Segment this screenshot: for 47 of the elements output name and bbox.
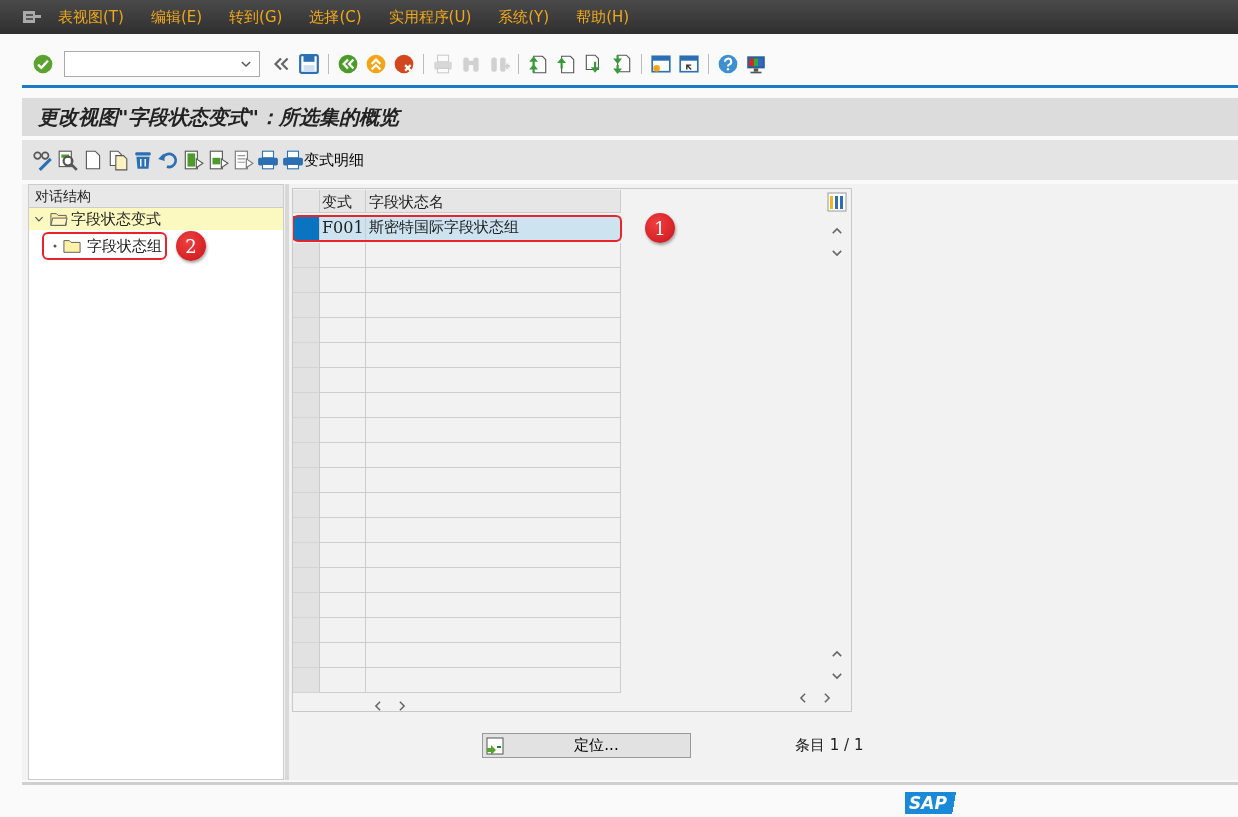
- column-header[interactable]: 字段状态名: [365, 190, 621, 213]
- select-block-icon[interactable]: [207, 149, 229, 171]
- menu-item[interactable]: 编辑(E): [150, 7, 203, 27]
- print-icon: [282, 149, 304, 171]
- menu-item[interactable]: 选择(C): [309, 7, 362, 27]
- copy-icon[interactable]: [107, 149, 129, 171]
- tree-item[interactable]: 字段状态组: [43, 233, 166, 259]
- command-field[interactable]: [64, 51, 260, 77]
- monitor-icon[interactable]: [745, 53, 767, 75]
- menu-item[interactable]: 表视图(T): [58, 7, 124, 27]
- bullet-icon: [53, 244, 57, 248]
- callout-badge: 2: [176, 231, 206, 261]
- folder-icon: [62, 237, 82, 255]
- back-icon[interactable]: [337, 53, 359, 75]
- variant-details-button[interactable]: 变式明细: [282, 149, 364, 171]
- position-button[interactable]: 定位...: [482, 733, 691, 758]
- new-session-icon[interactable]: [650, 53, 672, 75]
- display-change-icon[interactable]: [32, 149, 54, 171]
- save-icon[interactable]: [298, 53, 320, 75]
- help-icon[interactable]: [717, 53, 739, 75]
- menu-item[interactable]: 实用程序(U): [388, 7, 472, 27]
- column-header[interactable]: 变式: [319, 190, 365, 213]
- menu-item[interactable]: 转到(G): [229, 7, 283, 27]
- column-settings-icon[interactable]: [827, 192, 847, 212]
- cancel-icon[interactable]: [393, 53, 415, 75]
- position-icon: [485, 735, 505, 756]
- table-cell: 斯密特国际字段状态组: [365, 215, 621, 241]
- deselect-icon[interactable]: [232, 149, 254, 171]
- entry-count: 条目 1 / 1: [795, 736, 864, 755]
- enter-icon[interactable]: [32, 53, 54, 75]
- select-all-icon[interactable]: [182, 149, 204, 171]
- last-page-icon[interactable]: [611, 53, 633, 75]
- details-icon[interactable]: [57, 149, 79, 171]
- callout-badge: 1: [645, 213, 675, 243]
- tree-item[interactable]: 字段状态变式: [29, 208, 283, 230]
- menu-icon[interactable]: [22, 9, 42, 25]
- folder-icon: [49, 210, 69, 228]
- delete-icon[interactable]: [132, 149, 154, 171]
- shortcut-icon[interactable]: [678, 53, 700, 75]
- undo-icon[interactable]: [157, 149, 179, 171]
- table-cell: F001: [319, 215, 365, 241]
- tree-header: 对话结构: [29, 185, 283, 208]
- first-page-icon[interactable]: [527, 53, 549, 75]
- menu-item[interactable]: 帮助(H): [576, 7, 630, 27]
- print-icon[interactable]: [257, 149, 279, 171]
- menu-item[interactable]: 系统(Y): [498, 7, 550, 27]
- previous-page-icon[interactable]: [555, 53, 577, 75]
